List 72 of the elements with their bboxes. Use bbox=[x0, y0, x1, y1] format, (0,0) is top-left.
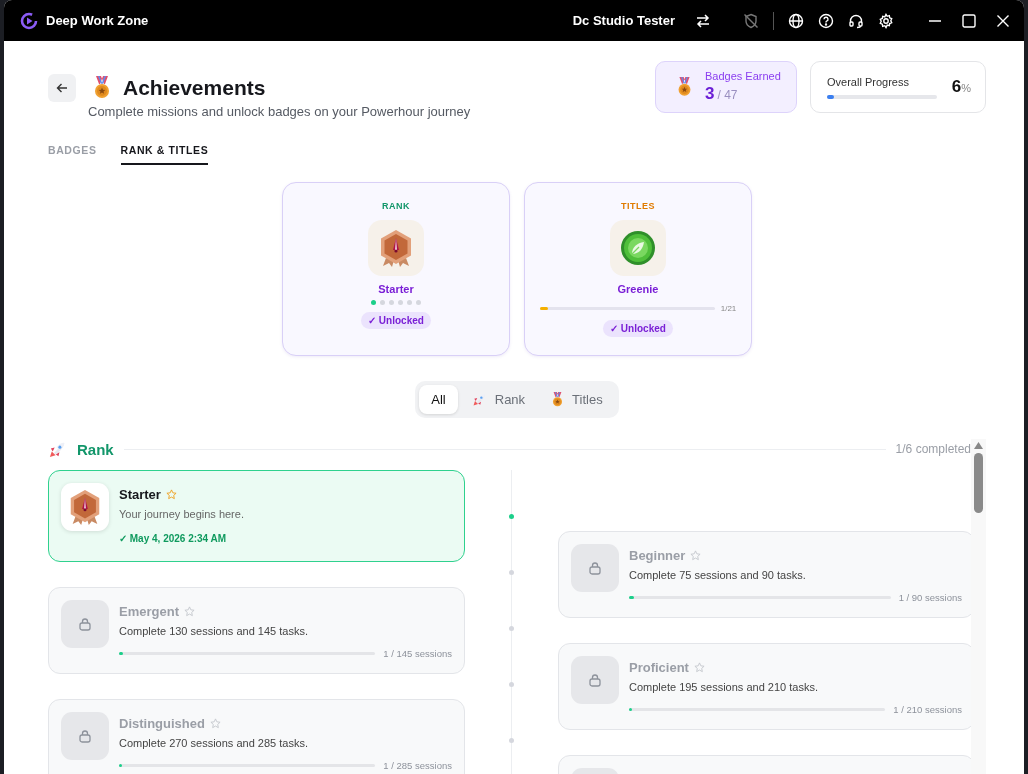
rank-card[interactable]: Emergent Complete 130 sessions and 145 tasks. 1 / 145 sessions bbox=[48, 587, 465, 674]
progress-count: 1 / 90 sessions bbox=[898, 592, 962, 603]
back-arrow-icon[interactable] bbox=[56, 82, 68, 94]
close-icon[interactable] bbox=[996, 13, 1010, 28]
rank-name: Proficient bbox=[629, 660, 689, 675]
timeline-dot bbox=[509, 570, 514, 575]
star-icon bbox=[693, 662, 705, 673]
tab[interactable]: RANK & TITLES bbox=[120, 140, 209, 165]
user-name: Dc Studio Tester bbox=[572, 13, 675, 28]
help-icon[interactable] bbox=[818, 12, 834, 29]
lock-icon bbox=[588, 673, 602, 687]
progress-percent: 6% bbox=[951, 77, 971, 97]
lock-icon bbox=[588, 561, 602, 575]
scroll-up-icon[interactable] bbox=[974, 442, 983, 449]
progress-count: 1 / 145 sessions bbox=[383, 648, 452, 659]
card-heading: RANK bbox=[382, 201, 410, 211]
star-icon bbox=[183, 606, 195, 617]
page-subtitle: Complete missions and unlock badges on your Powerhour journey bbox=[88, 104, 471, 119]
medal-icon bbox=[676, 76, 693, 98]
rank-name: Emergent bbox=[119, 604, 179, 619]
back-button[interactable] bbox=[48, 74, 76, 102]
stat-label: Overall Progress bbox=[827, 75, 910, 88]
logo-icon bbox=[20, 11, 38, 30]
badges-count: 3 / 47 bbox=[705, 84, 739, 104]
progress-count: 1/21 bbox=[720, 304, 737, 313]
stat-label: Badges Earned bbox=[705, 70, 781, 82]
card-heading: TITLES bbox=[621, 201, 655, 211]
medal-icon bbox=[551, 391, 565, 408]
unlocked-badge: ✓ Unlocked bbox=[361, 312, 431, 329]
lock-icon bbox=[78, 729, 92, 743]
window-title: Deep Work Zone bbox=[46, 13, 149, 28]
maximize-icon[interactable] bbox=[962, 13, 976, 28]
rank-description: Complete 270 sessions and 285 tasks. bbox=[119, 737, 309, 749]
star-icon bbox=[209, 718, 221, 729]
headset-icon[interactable] bbox=[848, 12, 864, 29]
rank-card[interactable]: Distinguished Complete 270 sessions and 285 tasks. 1 / 285 sessions bbox=[48, 699, 465, 774]
rank-card[interactable]: Starter Your journey begins here. ✓ May 4, 2026 2:34 AM bbox=[48, 470, 465, 562]
shield-off-icon[interactable] bbox=[743, 12, 759, 29]
timeline-dot bbox=[509, 514, 514, 519]
page-title: Achievements bbox=[123, 76, 266, 100]
unlock-date: ✓ May 4, 2026 2:34 AM bbox=[119, 533, 228, 544]
medal-icon bbox=[92, 76, 112, 100]
rank-card[interactable]: Beginner Complete 75 sessions and 90 tasks. 1 / 90 sessions bbox=[558, 531, 971, 618]
scroll-thumb[interactable] bbox=[974, 453, 983, 513]
rank-name: Beginner bbox=[629, 548, 686, 563]
rank-description: Complete 130 sessions and 145 tasks. bbox=[119, 625, 309, 637]
rank-description: Complete 75 sessions and 90 tasks. bbox=[629, 569, 807, 581]
timeline-dot bbox=[509, 682, 514, 687]
rank-name: Starter bbox=[119, 487, 161, 502]
filter-button[interactable]: All bbox=[419, 385, 458, 414]
leaf-emblem-icon bbox=[618, 228, 658, 268]
rank-description: Complete 195 sessions and 210 tasks. bbox=[629, 681, 819, 693]
globe-icon[interactable] bbox=[788, 12, 804, 29]
timeline-dot bbox=[509, 738, 514, 743]
lock-icon bbox=[78, 617, 92, 631]
settings-icon[interactable] bbox=[878, 12, 894, 29]
rank-description: Your journey begins here. bbox=[119, 508, 245, 520]
section-title: Rank bbox=[77, 440, 114, 458]
unlocked-badge: ✓ Unlocked bbox=[603, 320, 673, 337]
progress-count: 1 / 210 sessions bbox=[893, 704, 962, 715]
rank-name: Distinguished bbox=[119, 716, 205, 731]
completed-count: 1/6 completed bbox=[895, 442, 971, 456]
timeline-dot bbox=[509, 626, 514, 631]
swap-icon[interactable] bbox=[695, 12, 711, 29]
rank-card[interactable]: Proficient Complete 195 sessions and 210 tasks. 1 / 210 sessions bbox=[558, 643, 971, 730]
filter-button[interactable]: Rank bbox=[459, 385, 538, 414]
filter-button[interactable]: Titles bbox=[539, 385, 615, 414]
card-name: Starter bbox=[378, 283, 414, 295]
progress-count: 1 / 285 sessions bbox=[383, 760, 452, 771]
card-name: Greenie bbox=[617, 283, 659, 295]
star-icon bbox=[165, 489, 177, 500]
star-icon bbox=[690, 550, 702, 561]
